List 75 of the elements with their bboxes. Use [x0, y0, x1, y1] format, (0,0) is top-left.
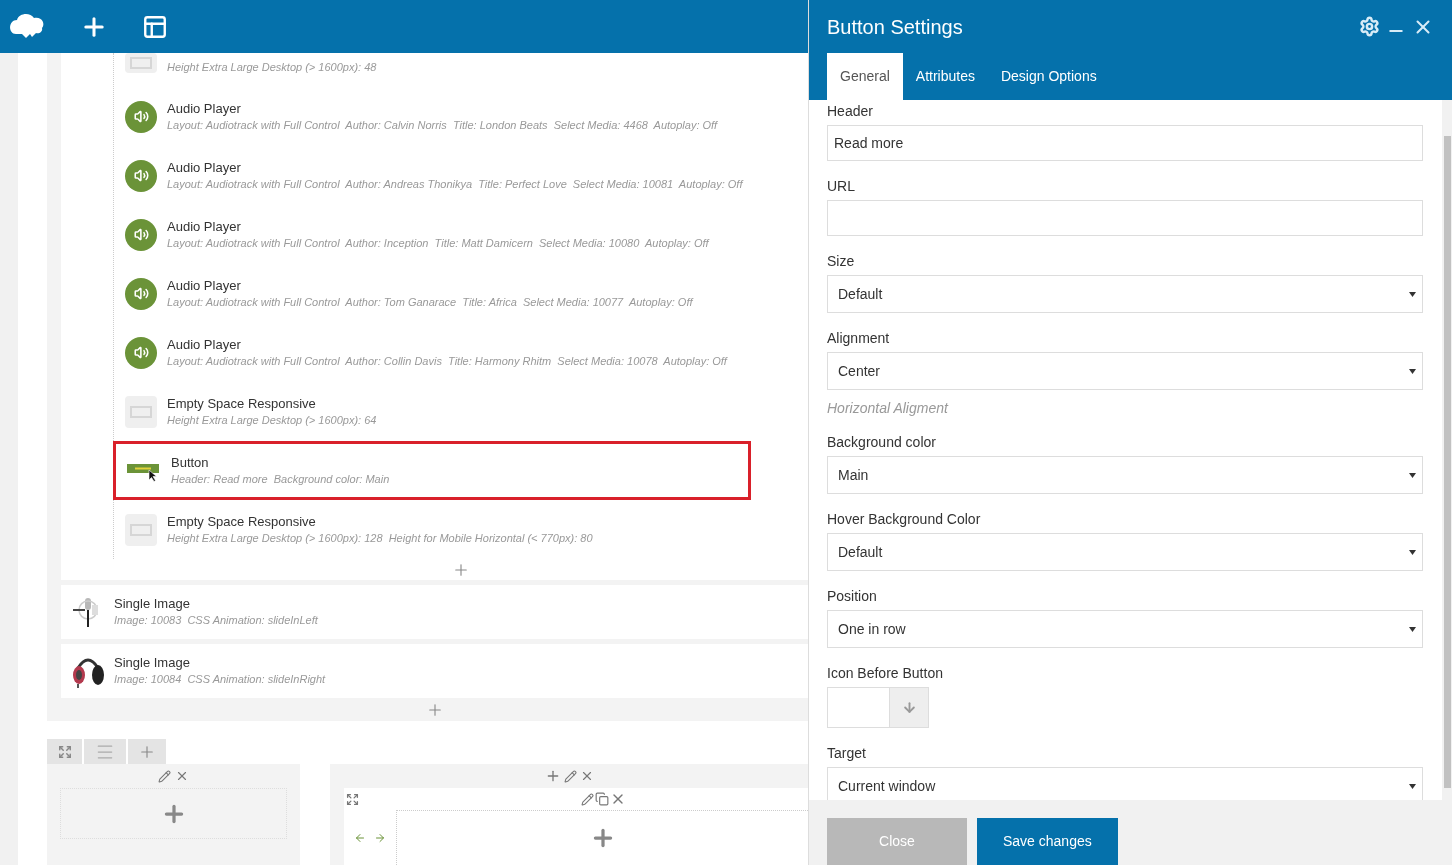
speaker-icon: [125, 100, 157, 133]
dropdown[interactable]: Center: [827, 352, 1423, 390]
field-label: URL: [827, 177, 855, 195]
blank-space-icon: [125, 53, 157, 73]
field-label: Hover Background Color: [827, 510, 981, 528]
dropdown-caret-icon: [1409, 549, 1416, 555]
expand-button[interactable]: [47, 739, 82, 764]
expand-icon: [57, 744, 72, 759]
element-row[interactable]: Single Image Image: 10084 CSS Animation: slideInRight: [61, 644, 808, 698]
dropdown[interactable]: Default: [827, 533, 1423, 571]
text-field[interactable]: [827, 200, 1423, 236]
element-title: Audio Player: [167, 218, 242, 235]
dropdown-caret-icon: [1409, 783, 1416, 789]
element-details: Layout: Audiotrack with Full Control Author: Andreas Thonikya Title: Perfect Love Select Media: 10081 Autoplay: Off: [167, 176, 743, 192]
element-title: Empty Space Responsive: [167, 395, 317, 412]
element-title: Audio Player: [167, 100, 242, 117]
element-title: Audio Player: [167, 159, 242, 176]
text-field[interactable]: Read more: [827, 125, 1423, 161]
tab[interactable]: Design Options: [987, 53, 1110, 100]
element-title: Single Image: [114, 596, 191, 612]
settings-icon[interactable]: [1359, 16, 1380, 37]
element-details: Layout: Audiotrack with Full Control Author: Tom Ganarace Title: Africa Select Media: 10077 Autoplay: Off: [167, 294, 693, 310]
speaker-icon: [125, 336, 157, 369]
field-label: Size: [827, 252, 855, 270]
element-details: Height Extra Large Desktop (> 1600px): 48: [167, 60, 377, 75]
field-label: Header: [827, 102, 873, 120]
element-details: Header: Read more Background color: Main: [171, 471, 390, 487]
speaker-icon: [125, 218, 157, 251]
element-details: Image: 10084 CSS Animation: slideInRight: [114, 672, 326, 687]
tab[interactable]: General: [827, 53, 903, 100]
element-title: Single Image: [114, 655, 191, 671]
dropdown-caret-icon: [1409, 291, 1416, 297]
field-label: Background color: [827, 433, 936, 451]
save-button[interactable]: Save changes: [977, 818, 1118, 865]
dropdown[interactable]: Current window: [827, 767, 1423, 800]
edit-icon[interactable]: [158, 769, 171, 783]
field-label: Alignment: [827, 329, 890, 347]
element-title: Empty Space Responsive: [167, 513, 317, 530]
help-text: Horizontal Aligment: [827, 399, 948, 417]
copy-icon[interactable]: [595, 792, 609, 806]
blank-space-icon: [125, 513, 157, 546]
field-label: Position: [827, 587, 877, 605]
edit-icon[interactable]: [563, 769, 577, 783]
element-details: Layout: Audiotrack with Full Control Author: Collin Davis Title: Harmony Rhitm Select Media: 10078 Autoplay: Off: [167, 353, 727, 369]
element-title: Audio Player: [167, 336, 242, 353]
dropdown[interactable]: One in row: [827, 610, 1423, 648]
element-details: Height Extra Large Desktop (> 1600px): 128 Height for Mobile Horizontal (< 770px): 80: [167, 530, 593, 546]
dropdown-caret-icon: [1409, 368, 1416, 374]
close-icon[interactable]: [175, 769, 189, 783]
panel-title: Button Settings: [827, 14, 963, 40]
element-title: Button: [171, 454, 210, 471]
expand-icon[interactable]: [346, 792, 359, 806]
left-arrow-icon[interactable]: [354, 831, 366, 844]
field-label: Icon Before Button: [827, 664, 943, 682]
blank-space-icon: [125, 395, 157, 428]
element-details: Height Extra Large Desktop (> 1600px): 64: [167, 412, 377, 428]
tab[interactable]: Attributes: [902, 53, 988, 100]
dropdown-caret-icon: [1409, 472, 1416, 478]
dropdown-caret-icon: [1409, 626, 1416, 632]
speaker-icon: [125, 277, 157, 310]
element-details: Image: 10083 CSS Animation: slideInLeft: [114, 613, 318, 628]
scrollbar[interactable]: [1443, 136, 1451, 788]
dropdown[interactable]: Default: [827, 275, 1423, 313]
edit-icon[interactable]: [581, 792, 594, 806]
element-title: Audio Player: [167, 277, 242, 294]
speaker-icon: [125, 159, 157, 192]
layout-icon[interactable]: [142, 13, 168, 40]
dropdown[interactable]: Main: [827, 456, 1423, 494]
element-row[interactable]: Single Image Image: 10083 CSS Animation: slideInLeft: [61, 585, 808, 639]
field-label: Target: [827, 744, 866, 762]
element-details: Layout: Audiotrack with Full Control Author: Inception Title: Matt Damicern Select Media: 10080 Autoplay: Off: [167, 235, 709, 251]
right-arrow-icon[interactable]: [374, 831, 386, 844]
highlighted-element-row[interactable]: Button Header: Read more Background color: Main: [113, 441, 751, 500]
element-details: Layout: Audiotrack with Full Control Author: Calvin Norris Title: London Beats Select Media: 4468 Autoplay: Off: [167, 117, 718, 133]
down-arrow-icon: [901, 700, 917, 715]
